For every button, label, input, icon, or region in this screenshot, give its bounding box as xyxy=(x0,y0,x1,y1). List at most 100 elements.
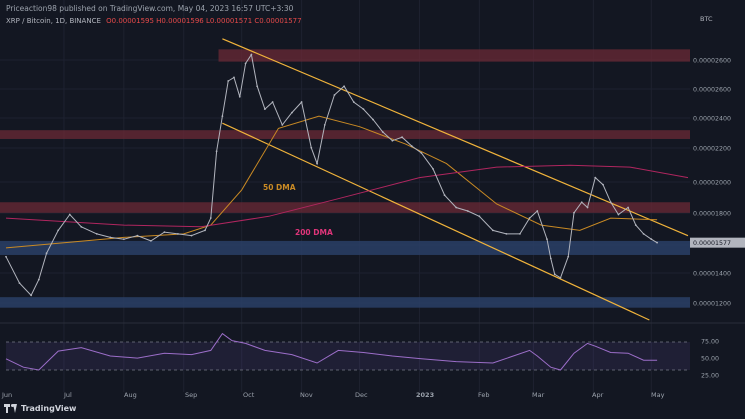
price-point xyxy=(602,183,604,186)
tradingview-brand[interactable]: TradingView xyxy=(4,404,76,413)
price-point xyxy=(567,255,570,258)
y-tick-label: 0.00002000 xyxy=(693,180,731,187)
time-axis[interactable]: Jun Jul Aug Sep Oct Nov Dec 2023 Feb Mar Apr May xyxy=(1,391,665,399)
x-tick-label: 2023 xyxy=(416,391,434,399)
y-tick-label: 0.00002600 xyxy=(693,58,731,65)
price-point xyxy=(642,232,645,235)
price-point xyxy=(250,53,253,56)
price-point xyxy=(57,229,60,232)
price-point xyxy=(244,62,247,65)
price-point xyxy=(343,85,346,88)
price-point xyxy=(221,115,224,118)
price-series xyxy=(5,53,658,297)
price-point xyxy=(443,194,446,197)
price-point xyxy=(455,206,458,209)
y-tick-label: 0.00001200 xyxy=(693,301,731,308)
y-tick-label: 0.00002200 xyxy=(693,146,731,153)
y-tick-label: 0.00002600 xyxy=(693,87,731,94)
price-point xyxy=(238,95,241,98)
ma200-line xyxy=(5,164,689,228)
support-zone xyxy=(0,297,690,308)
tradingview-logo-icon xyxy=(4,404,18,413)
x-tick-label: Feb xyxy=(478,391,490,399)
ohlc-values: O0.00001595 H0.00001596 L0.00001571 C0.0… xyxy=(106,17,302,25)
price-point xyxy=(109,236,112,239)
rsi-tick-label: 75.00 xyxy=(701,339,719,346)
price-point xyxy=(634,224,637,226)
price-point xyxy=(594,176,597,179)
price-point xyxy=(401,136,403,139)
x-tick-label: Oct xyxy=(243,391,255,399)
y-axis-unit: BTC xyxy=(700,15,713,23)
price-point xyxy=(323,124,326,126)
price-point xyxy=(177,232,179,235)
price-point xyxy=(310,146,313,149)
price-point xyxy=(528,217,531,219)
x-tick-label: Dec xyxy=(355,391,368,399)
price-point xyxy=(215,150,218,153)
price-point xyxy=(573,211,575,214)
price-point xyxy=(505,232,508,235)
price-point xyxy=(432,167,434,170)
price-point xyxy=(381,131,384,133)
price-point xyxy=(609,201,612,204)
price-point xyxy=(227,80,230,82)
price-point xyxy=(5,255,7,258)
price-point xyxy=(549,257,552,260)
price-point xyxy=(519,232,521,235)
price-point xyxy=(209,217,212,219)
symbol-legend[interactable]: XRP / Bitcoin, 1D, BINANCE O0.00001595 H… xyxy=(6,17,302,25)
brand-name: TradingView xyxy=(21,404,77,413)
price-point xyxy=(80,225,83,228)
price-point xyxy=(627,206,630,209)
resistance-zone xyxy=(0,130,690,139)
rsi-panel: 75.00 50.00 25.00 xyxy=(0,322,745,380)
price-point xyxy=(362,108,365,110)
ma200-label: 200 DMA xyxy=(295,228,333,237)
price-point xyxy=(580,201,583,204)
price-point xyxy=(150,240,152,242)
price-point xyxy=(536,210,539,212)
price-point xyxy=(466,210,469,212)
ma50-label: 50 DMA xyxy=(263,183,296,192)
price-point xyxy=(122,238,125,241)
price-point xyxy=(30,294,33,297)
channel-lower-line xyxy=(222,122,650,321)
channel-lines xyxy=(222,38,689,321)
rsi-tick-label: 50.00 xyxy=(701,356,719,363)
x-tick-label: Nov xyxy=(300,391,313,399)
price-point xyxy=(300,101,303,103)
price-point xyxy=(18,282,21,284)
x-tick-label: Mar xyxy=(532,391,545,399)
price-point xyxy=(190,234,193,237)
price-point xyxy=(291,111,293,114)
price-point xyxy=(263,108,266,110)
x-tick-label: Apr xyxy=(592,391,604,399)
price-point xyxy=(45,252,48,255)
price-point xyxy=(333,94,336,96)
symbol-name: XRP / Bitcoin, 1D, BINANCE xyxy=(6,17,101,25)
price-point xyxy=(256,85,259,88)
x-tick-label: Jun xyxy=(1,391,12,399)
price-point xyxy=(391,139,394,142)
x-tick-label: Jul xyxy=(63,391,72,399)
price-point xyxy=(233,76,235,79)
price-chart[interactable]: 50 DMA 200 DMA BTC 0.00002600 0.00002600 0.0… xyxy=(0,0,745,419)
y-tick-label: 0.00002400 xyxy=(693,116,731,123)
x-tick-label: May xyxy=(651,391,665,399)
price-point xyxy=(163,231,166,234)
price-point xyxy=(68,213,71,216)
price-point xyxy=(656,241,658,244)
support-zone xyxy=(0,240,690,255)
price-point xyxy=(586,206,589,209)
footer-bar xyxy=(0,402,745,419)
price-axis[interactable]: BTC 0.00002600 0.00002600 0.00002400 0.00002… xyxy=(690,15,745,308)
resistance-zone xyxy=(0,202,690,213)
price-point xyxy=(617,213,620,216)
resistance-zone xyxy=(218,49,690,62)
price-point xyxy=(316,162,318,165)
price-point xyxy=(95,232,98,235)
rsi-tick-label: 25.00 xyxy=(701,373,719,380)
last-price-label: 0.00001577 xyxy=(693,240,731,247)
price-point xyxy=(281,124,284,126)
